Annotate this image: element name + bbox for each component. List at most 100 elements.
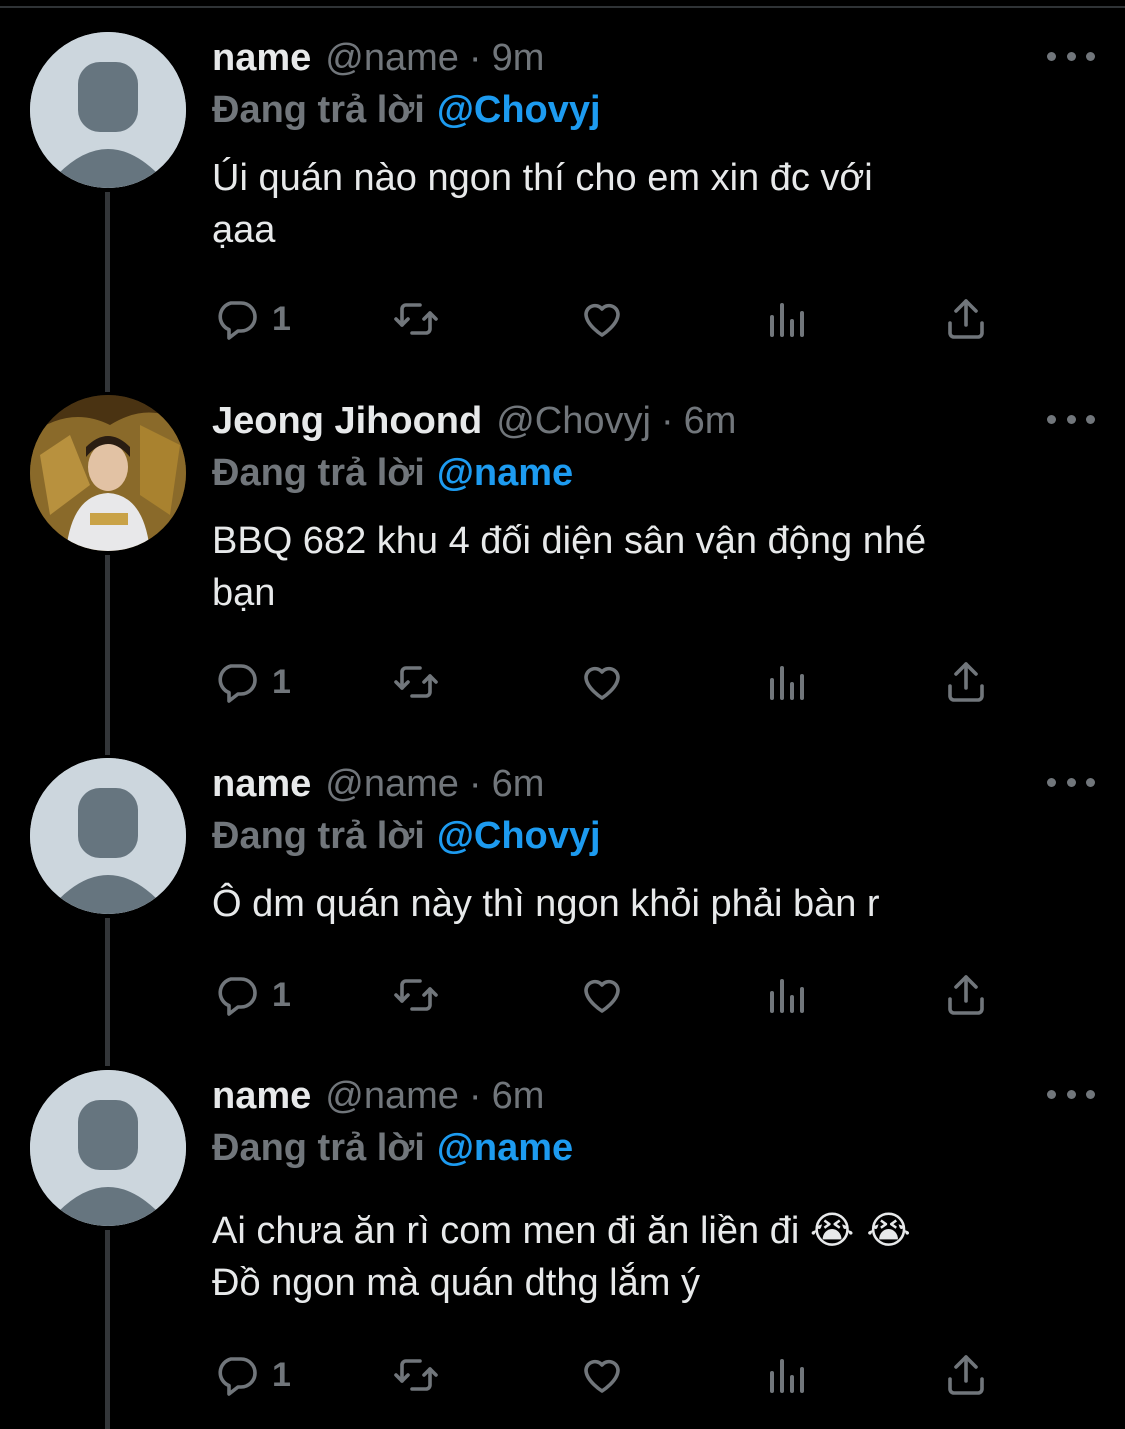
heart-icon <box>584 1359 620 1393</box>
reply-count: 1 <box>272 1355 291 1394</box>
action-bar: 1 <box>212 970 1012 1020</box>
like-button[interactable] <box>578 1350 626 1400</box>
top-divider <box>0 6 1125 8</box>
reply-count: 1 <box>272 975 291 1014</box>
separator-dot: · <box>468 1074 482 1117</box>
retweet-icon <box>394 303 438 335</box>
reply-count: 1 <box>272 662 291 701</box>
tweet-content: name @name · 6m Đang trả lời @Chovyj Ô d… <box>212 758 1095 930</box>
tweet-text-segment: Ai chưa ăn rì com men đi ăn liền đi <box>212 1210 800 1252</box>
like-button[interactable] <box>578 294 626 344</box>
default-profile-icon <box>30 1070 186 1226</box>
reply-button[interactable]: 1 <box>212 1350 291 1400</box>
replying-to-label: Đang trả lời <box>212 451 425 494</box>
share-button[interactable] <box>942 294 990 344</box>
tweet-text: Ai chưa ăn rì com men đi ăn liền đi 😭 😭 … <box>212 1204 1095 1309</box>
retweet-button[interactable] <box>392 294 440 344</box>
replying-to: Đang trả lời @name <box>212 447 1095 499</box>
thread-line <box>105 918 110 1066</box>
replying-to: Đang trả lời @name <box>212 1122 1095 1174</box>
action-bar: 1 <box>212 1350 1012 1400</box>
crying-emoji: 😭 😭 <box>809 1208 911 1252</box>
tweet-text-line: Đồ ngon mà quán dthg lắm ý <box>212 1262 700 1304</box>
more-options-icon[interactable] <box>1047 407 1095 431</box>
replying-to: Đang trả lời @Chovyj <box>212 84 1095 136</box>
handle[interactable]: @name <box>325 37 459 80</box>
mention-link[interactable]: @name <box>437 452 573 495</box>
tweet-content: name @name · 9m Đang trả lời @Chovyj Úi … <box>212 32 1095 256</box>
tweet-content: Jeong Jihoond @Chovyj · 6m Đang trả lời … <box>212 395 1095 619</box>
analytics-icon <box>770 303 804 337</box>
tweet-text-line: ạaa <box>212 209 276 251</box>
action-bar: 1 <box>212 657 1012 707</box>
timestamp[interactable]: 6m <box>684 400 737 443</box>
reply-button[interactable]: 1 <box>212 294 291 344</box>
analytics-button[interactable] <box>762 294 810 344</box>
retweet-button[interactable] <box>392 1350 440 1400</box>
tweet-text-line: BBQ 682 khu 4 đối diện sân vận động nhé <box>212 520 927 562</box>
display-name[interactable]: Jeong Jihoond <box>212 400 482 443</box>
tweet-text: Úi quán nào ngon thí cho em xin đc với ạ… <box>212 152 1095 256</box>
timestamp[interactable]: 6m <box>492 1075 545 1118</box>
reply-button[interactable]: 1 <box>212 657 291 707</box>
reply-icon <box>218 977 257 1016</box>
more-options-icon[interactable] <box>1047 770 1095 794</box>
avatar-default[interactable] <box>30 32 186 188</box>
tweet-text-line: Ô dm quán này thì ngon khỏi phải bàn r <box>212 883 880 925</box>
display-name[interactable]: name <box>212 763 311 806</box>
analytics-button[interactable] <box>762 1350 810 1400</box>
share-icon <box>948 1355 984 1395</box>
heart-icon <box>584 979 620 1013</box>
analytics-button[interactable] <box>762 970 810 1020</box>
avatar-photo[interactable] <box>30 395 186 551</box>
analytics-button[interactable] <box>762 657 810 707</box>
tweet-text: Ô dm quán này thì ngon khỏi phải bàn r <box>212 878 1095 930</box>
handle[interactable]: @name <box>325 763 459 806</box>
share-button[interactable] <box>942 970 990 1020</box>
handle[interactable]: @Chovyj <box>496 400 651 443</box>
more-options-icon[interactable] <box>1047 44 1095 68</box>
retweet-icon <box>394 1359 438 1391</box>
thread-line <box>105 555 110 755</box>
avatar-default[interactable] <box>30 758 186 914</box>
reply-button[interactable]: 1 <box>212 970 291 1020</box>
replying-to-label: Đang trả lời <box>212 814 425 857</box>
retweet-icon <box>394 979 438 1011</box>
timestamp[interactable]: 6m <box>492 763 545 806</box>
heart-icon <box>584 666 620 700</box>
tweet-header: Jeong Jihoond @Chovyj · 6m <box>212 395 1095 447</box>
more-options-icon[interactable] <box>1047 1082 1095 1106</box>
retweet-button[interactable] <box>392 970 440 1020</box>
share-icon <box>948 299 984 339</box>
default-profile-icon <box>30 32 186 188</box>
action-bar: 1 <box>212 294 1012 344</box>
like-button[interactable] <box>578 970 626 1020</box>
reply-icon <box>218 1357 257 1396</box>
display-name[interactable]: name <box>212 1075 311 1118</box>
mention-link[interactable]: @Chovyj <box>437 89 601 132</box>
avatar-default[interactable] <box>30 1070 186 1226</box>
tweet-text-line: bạn <box>212 572 276 614</box>
share-button[interactable] <box>942 657 990 707</box>
analytics-icon <box>770 1359 804 1393</box>
mention-link[interactable]: @Chovyj <box>437 815 601 858</box>
replying-to: Đang trả lời @Chovyj <box>212 810 1095 862</box>
heart-icon <box>584 303 620 337</box>
tweet-text-line: Úi quán nào ngon thí cho em xin đc với <box>212 157 873 199</box>
analytics-icon <box>770 979 804 1013</box>
mention-link[interactable]: @name <box>437 1127 573 1170</box>
reply-count: 1 <box>272 299 291 338</box>
retweet-button[interactable] <box>392 657 440 707</box>
handle[interactable]: @name <box>325 1075 459 1118</box>
display-name[interactable]: name <box>212 37 311 80</box>
analytics-icon <box>770 666 804 700</box>
timestamp[interactable]: 9m <box>492 37 545 80</box>
reply-icon <box>218 301 257 340</box>
like-button[interactable] <box>578 657 626 707</box>
thread-line <box>105 1230 110 1429</box>
separator-dot: · <box>468 762 482 805</box>
replying-to-label: Đang trả lời <box>212 88 425 131</box>
share-icon <box>948 975 984 1015</box>
tweet-text: BBQ 682 khu 4 đối diện sân vận động nhé … <box>212 515 1095 619</box>
share-button[interactable] <box>942 1350 990 1400</box>
